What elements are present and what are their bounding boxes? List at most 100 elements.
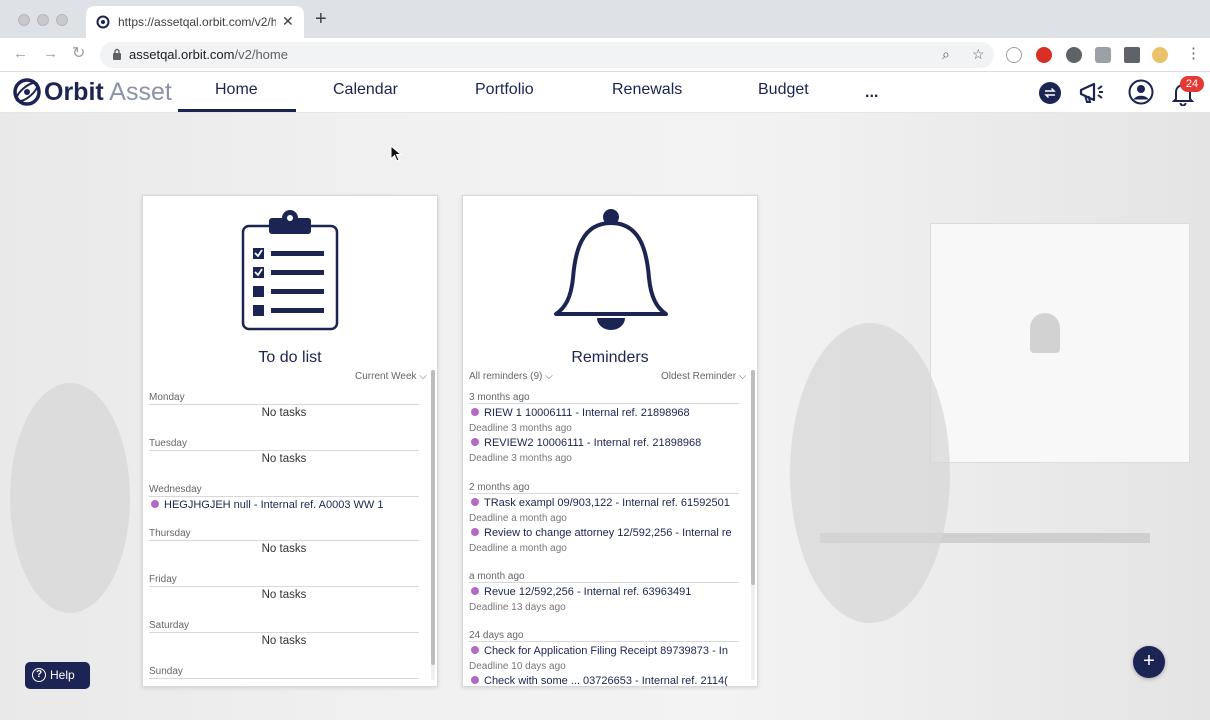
task-title: HEGJHGJEH null - Internal ref. A0003 WW …	[164, 499, 384, 511]
reminder-deadline: Deadline 13 days ago	[469, 602, 566, 613]
extension-d-icon[interactable]	[1006, 47, 1022, 63]
task-item[interactable]: HEGJHGJEH null - Internal ref. A0003 WW …	[151, 499, 383, 511]
reminders-filter-label: All reminders (9)	[469, 371, 543, 382]
browser-toolbar: ← → ↻ assetqal.orbit.com/v2/home ⌕ ☆ ⋮	[0, 38, 1210, 72]
add-fab-button[interactable]: +	[1133, 646, 1165, 678]
browser-menu-icon[interactable]: ⋮	[1186, 46, 1201, 62]
reminder-title: Revue 12/592,256 - Internal ref. 6396349…	[484, 586, 692, 598]
nav-portfolio[interactable]: Portfolio	[475, 81, 534, 99]
tab-close-icon[interactable]: ✕	[282, 13, 294, 30]
back-icon[interactable]: ←	[13, 46, 28, 62]
forward-icon[interactable]: →	[43, 46, 58, 62]
reminder-status-dot	[471, 528, 479, 536]
nav-budget[interactable]: Budget	[758, 81, 809, 99]
url-path: /v2/home	[234, 47, 288, 62]
orbit-logo-icon	[13, 78, 41, 106]
reminder-deadline: Deadline 3 months ago	[469, 453, 572, 464]
day-label-monday: Monday	[149, 392, 185, 403]
reminder-status-dot	[471, 646, 479, 654]
group-divider	[469, 641, 739, 642]
url-host: assetqal.orbit.com	[129, 47, 235, 62]
browser-tab[interactable]: https://assetqal.orbit.com/v2/h ✕	[86, 6, 304, 38]
reminders-sort-label: Oldest Reminder	[661, 371, 737, 382]
orbit-favicon-icon	[96, 15, 110, 29]
reminder-status-dot	[471, 408, 479, 416]
reminder-item[interactable]: REVIEW2 10006111 - Internal ref. 2189896…	[471, 437, 741, 449]
chevron-down-icon: ⌵	[419, 371, 427, 382]
question-icon: ?	[32, 668, 46, 682]
nav-home[interactable]: Home	[215, 81, 258, 99]
address-bar[interactable]: assetqal.orbit.com/v2/home ⌕ ☆	[100, 42, 994, 68]
reminder-deadline: Deadline 10 days ago	[469, 661, 566, 672]
day-divider	[149, 496, 419, 497]
no-tasks-tuesday: No tasks	[261, 453, 307, 465]
reminder-item[interactable]: Check with some ... 03726653 - Internal …	[471, 675, 741, 686]
mouse-cursor-icon	[390, 145, 402, 162]
no-tasks-monday: No tasks	[261, 407, 307, 419]
reminder-item[interactable]: Review to change attorney 12/592,256 - I…	[471, 527, 741, 539]
zoom-icon[interactable]: ⌕	[942, 46, 950, 63]
todo-scrollbar-thumb[interactable]	[431, 370, 435, 665]
megaphone-icon[interactable]	[1078, 80, 1106, 106]
background-window	[930, 223, 1190, 463]
reminders-sort-dropdown[interactable]: Oldest Reminder ⌵	[661, 371, 746, 382]
window-minimize-control[interactable]	[37, 14, 49, 26]
reminder-deadline: Deadline a month ago	[469, 513, 567, 524]
group-divider	[469, 403, 739, 404]
day-label-sunday: Sunday	[149, 666, 183, 677]
tab-title: https://assetqal.orbit.com/v2/h	[118, 15, 276, 29]
day-label-thursday: Thursday	[149, 528, 191, 539]
app-header: Orbit Asset Home Calendar Portfolio Rene…	[0, 72, 1210, 113]
window-zoom-control[interactable]	[56, 14, 68, 26]
reminder-deadline: Deadline a month ago	[469, 543, 567, 554]
logo-asset: Asset	[109, 78, 172, 106]
extensions-puzzle-icon[interactable]	[1124, 47, 1140, 63]
no-tasks-saturday: No tasks	[261, 635, 307, 647]
reminder-group-label: 2 months ago	[469, 482, 530, 493]
user-account-icon[interactable]	[1128, 79, 1154, 105]
nav-more[interactable]: ...	[865, 84, 878, 102]
new-tab-icon[interactable]: +	[315, 9, 327, 29]
reminder-group-label: a month ago	[469, 571, 525, 582]
day-label-saturday: Saturday	[149, 620, 190, 631]
nav-renewals[interactable]: Renewals	[612, 81, 682, 99]
nav-calendar[interactable]: Calendar	[333, 81, 398, 99]
extension-circle-icon[interactable]	[1066, 47, 1082, 63]
reminder-item[interactable]: RIEW 1 10006111 - Internal ref. 21898968	[471, 407, 741, 419]
reminder-status-dot	[471, 498, 479, 506]
reminder-title: TRask exampl 09/903,122 - Internal ref. …	[484, 497, 730, 509]
todo-card: To do list Current Week ⌵ Monday No task…	[142, 195, 438, 687]
day-divider	[149, 632, 419, 633]
reminder-group-label: 3 months ago	[469, 392, 530, 403]
reminder-item[interactable]: Revue 12/592,256 - Internal ref. 6396349…	[471, 586, 741, 598]
help-button[interactable]: ? Help	[25, 662, 90, 689]
bell-icon	[554, 209, 668, 330]
group-divider	[469, 493, 739, 494]
reminder-deadline: Deadline 3 months ago	[469, 423, 572, 434]
week-filter-dropdown[interactable]: Current Week ⌵	[355, 371, 427, 382]
notification-count-badge: 24	[1180, 76, 1204, 92]
day-divider	[149, 586, 419, 587]
day-divider	[149, 678, 419, 679]
reminders-filter-dropdown[interactable]: All reminders (9) ⌵	[469, 371, 553, 382]
extension-red-icon[interactable]	[1036, 47, 1052, 63]
reminder-item[interactable]: TRask exampl 09/903,122 - Internal ref. …	[471, 497, 741, 509]
extension-camera-icon[interactable]	[1095, 47, 1111, 63]
profile-avatar[interactable]	[1152, 47, 1168, 63]
reminder-status-dot	[471, 676, 479, 684]
reload-icon[interactable]: ↻	[72, 46, 85, 62]
active-nav-underline	[178, 109, 296, 112]
reminder-title: RIEW 1 10006111 - Internal ref. 21898968	[484, 407, 690, 419]
week-filter-label: Current Week	[355, 371, 417, 382]
reminder-title: Review to change attorney 12/592,256 - I…	[484, 527, 732, 539]
window-close-control[interactable]	[18, 14, 30, 26]
reminder-title: Check for Application Filing Receipt 897…	[484, 645, 728, 657]
switch-entity-icon[interactable]	[1038, 81, 1062, 105]
reminders-scrollbar-thumb[interactable]	[751, 370, 755, 585]
url-text: assetqal.orbit.com/v2/home	[129, 47, 288, 62]
lock-icon	[113, 48, 121, 60]
background-lamp	[1030, 313, 1060, 353]
reminder-item[interactable]: Check for Application Filing Receipt 897…	[471, 645, 741, 657]
reminder-title: REVIEW2 10006111 - Internal ref. 2189896…	[484, 437, 702, 449]
bookmark-star-icon[interactable]: ☆	[972, 46, 985, 63]
